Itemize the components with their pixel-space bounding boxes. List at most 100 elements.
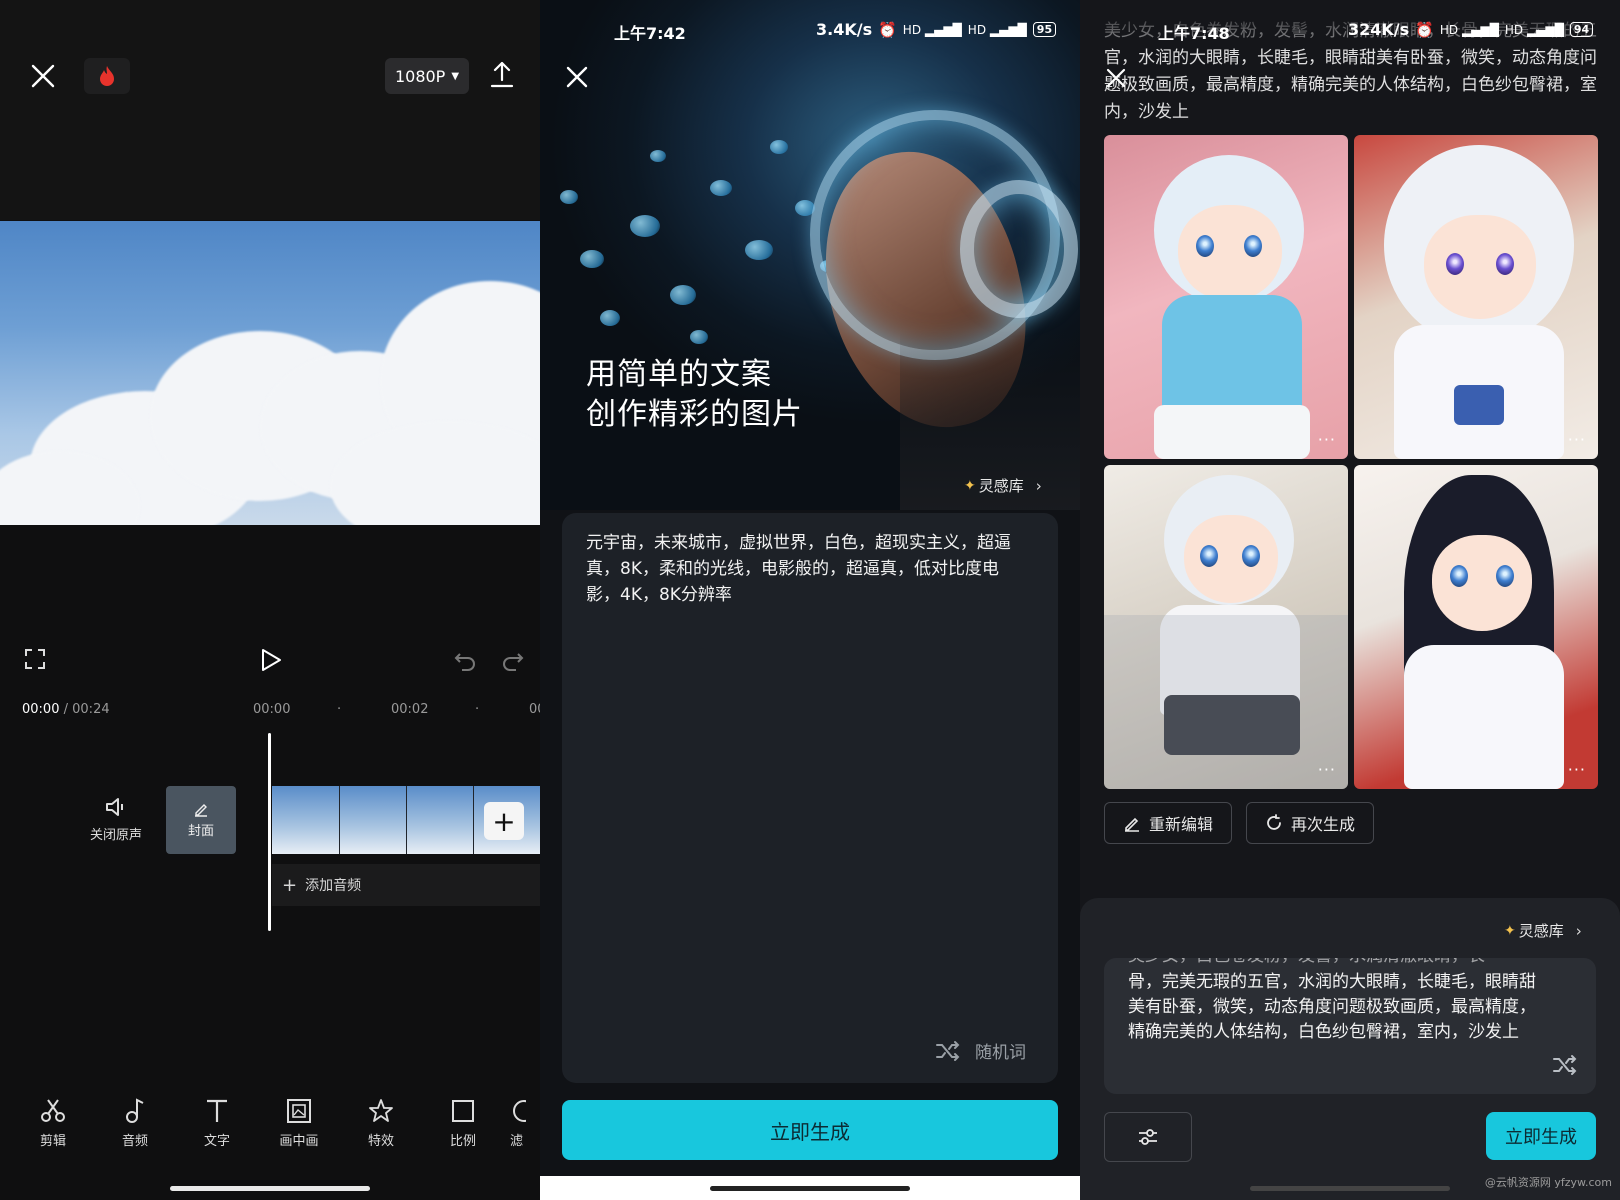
editor-top-bar	[0, 0, 540, 220]
playhead[interactable]	[268, 733, 271, 931]
timecode: 00:00 / 00:24	[22, 702, 110, 717]
tool-ratio[interactable]: 比例	[428, 1098, 498, 1149]
reedit-label: 重新编辑	[1148, 815, 1213, 834]
inspiration-label: 灵感库	[1518, 922, 1564, 940]
hero-title: 用简单的文案 创作精彩的图片	[586, 355, 803, 435]
ruler-dot: ·	[475, 702, 480, 717]
tool-cut[interactable]: 剪辑	[18, 1098, 88, 1149]
fire-icon[interactable]	[84, 58, 130, 94]
time-total: 00:24	[72, 702, 110, 717]
inspiration-link[interactable]: ✦ 灵感库 ›	[964, 475, 1042, 496]
sliders-icon	[1139, 1129, 1157, 1145]
status-bar-right: 3.4K/s ⏰ HD ▂▄▆█ HD ▂▄▆█ 95	[816, 20, 1057, 39]
inspiration-label: 灵感库	[978, 477, 1024, 495]
network-speed: 324K/s	[1348, 20, 1410, 39]
resolution-dropdown[interactable]: 1080P ▼	[385, 58, 469, 94]
redo-icon[interactable]	[500, 648, 526, 674]
close-icon[interactable]	[1102, 64, 1130, 92]
hero-title-line1: 用简单的文案	[586, 357, 772, 392]
shuffle-icon[interactable]	[1552, 1054, 1578, 1080]
result-image-2[interactable]: ···	[1354, 135, 1598, 459]
random-words-button[interactable]: 随机词	[935, 1038, 1026, 1063]
tool-label: 特效	[367, 1134, 394, 1149]
more-options-icon[interactable]: ···	[1318, 430, 1336, 449]
undo-icon[interactable]	[452, 648, 478, 674]
signal-icon: HD ▂▄▆█	[1439, 22, 1499, 37]
time-separator: /	[63, 702, 68, 717]
generate-button[interactable]: 立即生成	[1486, 1112, 1596, 1160]
more-options-icon[interactable]: ···	[1568, 430, 1586, 449]
refresh-icon	[1267, 814, 1281, 830]
time-current: 00:00	[22, 702, 60, 717]
sparkle-icon: ✦	[1504, 922, 1516, 939]
network-speed: 3.4K/s	[816, 20, 873, 39]
mute-label: 关闭原声	[89, 828, 142, 843]
video-editor-panel: 1080P ▼ 00:00 / 00:24 00:00 · 00:02 · 00…	[0, 0, 540, 1200]
regenerate-button[interactable]: 再次生成	[1246, 802, 1374, 844]
tool-label: 画中画	[279, 1134, 319, 1149]
shuffle-icon	[936, 1040, 960, 1061]
status-time: 上午7:48	[1158, 24, 1230, 43]
tool-filter[interactable]: 滤	[510, 1098, 540, 1149]
signal-icon: HD ▂▄▆█	[967, 22, 1027, 37]
alarm-icon: ⏰	[878, 20, 897, 39]
scissors-icon	[41, 1099, 65, 1122]
chevron-right-icon: ›	[1035, 476, 1042, 495]
add-audio-button[interactable]: + 添加音频	[272, 864, 540, 906]
tool-audio[interactable]: 音频	[100, 1098, 170, 1149]
regenerate-label: 再次生成	[1290, 815, 1355, 834]
battery-icon: 95	[1032, 22, 1057, 37]
signal-icon: HD ▂▄▆█	[1504, 22, 1564, 37]
prompt-text: 元宇宙，未来城市，虚拟世界，白色，超现实主义，超逼真，8K，柔和的光线，电影般的…	[586, 533, 1011, 605]
tool-pip[interactable]: 画中画	[264, 1098, 334, 1149]
pencil-icon	[1124, 817, 1139, 832]
home-indicator	[710, 1186, 910, 1191]
result-image-4[interactable]: ···	[1354, 465, 1598, 789]
pencil-icon	[195, 804, 207, 817]
effects-star-icon	[369, 1099, 393, 1122]
fullscreen-icon[interactable]	[22, 646, 48, 672]
chevron-down-icon: ▼	[451, 70, 460, 82]
result-image-3[interactable]: ···	[1104, 465, 1348, 789]
ai-image-create-panel: 上午7:42 3.4K/s ⏰ HD ▂▄▆█ HD ▂▄▆█ 95 用简单的文…	[540, 0, 1080, 1200]
prompt-textarea[interactable]: 美少女，白色卷发粉，发髻，水润清澈眼睛，长 骨，完美无瑕的五官，水润的大眼睛，长…	[1104, 958, 1596, 1094]
close-icon[interactable]	[28, 58, 58, 94]
cover-label: 封面	[187, 824, 214, 839]
close-icon[interactable]	[560, 60, 594, 94]
prompt-text-clipped: 美少女，白色卷发粉，发髻，水润清澈眼睛，长	[1128, 958, 1548, 969]
filter-icon	[513, 1100, 526, 1122]
reedit-button[interactable]: 重新编辑	[1104, 802, 1232, 844]
cover-button[interactable]: 封面	[166, 786, 236, 854]
plus-icon: +	[492, 804, 516, 838]
tool-label: 滤	[510, 1134, 524, 1149]
play-icon[interactable]	[258, 646, 284, 674]
sparkle-icon: ✦	[964, 477, 976, 494]
home-indicator	[1250, 1186, 1450, 1191]
more-options-icon[interactable]: ···	[1318, 760, 1336, 779]
settings-button[interactable]	[1104, 1112, 1192, 1162]
result-image-1[interactable]: ···	[1104, 135, 1348, 459]
signal-icon: HD ▂▄▆█	[902, 22, 962, 37]
inspiration-link[interactable]: ✦ 灵感库 ›	[1504, 920, 1582, 941]
hero-title-line2: 创作精彩的图片	[586, 397, 803, 432]
tool-label: 文字	[203, 1134, 230, 1149]
generate-label: 立即生成	[1505, 1127, 1577, 1148]
plus-icon: +	[282, 874, 298, 896]
tool-text[interactable]: 文字	[182, 1098, 252, 1149]
random-label: 随机词	[975, 1043, 1026, 1063]
prompt-text: 骨，完美无瑕的五官，水润的大眼睛，长睫毛，眼睛甜美有卧蚕，微笑，动态角度问题极致…	[1128, 972, 1536, 1042]
ruler-tick-1: 00:02	[391, 702, 429, 717]
tool-label: 比例	[449, 1134, 476, 1149]
ruler-tick-0: 00:00	[253, 702, 291, 717]
mute-original-button[interactable]: 关闭原声	[84, 796, 148, 843]
battery-icon: 94	[1569, 22, 1594, 37]
video-preview	[0, 221, 540, 525]
add-clip-button[interactable]: +	[484, 802, 524, 840]
picture-in-picture-icon	[287, 1099, 311, 1123]
generate-button[interactable]: 立即生成	[562, 1100, 1058, 1160]
export-upload-icon[interactable]	[488, 56, 516, 92]
more-options-icon[interactable]: ···	[1568, 760, 1586, 779]
tool-effects[interactable]: 特效	[346, 1098, 416, 1149]
watermark: @云帆资源网 yfzyw.com	[1484, 1176, 1612, 1189]
music-note-icon	[126, 1098, 144, 1123]
